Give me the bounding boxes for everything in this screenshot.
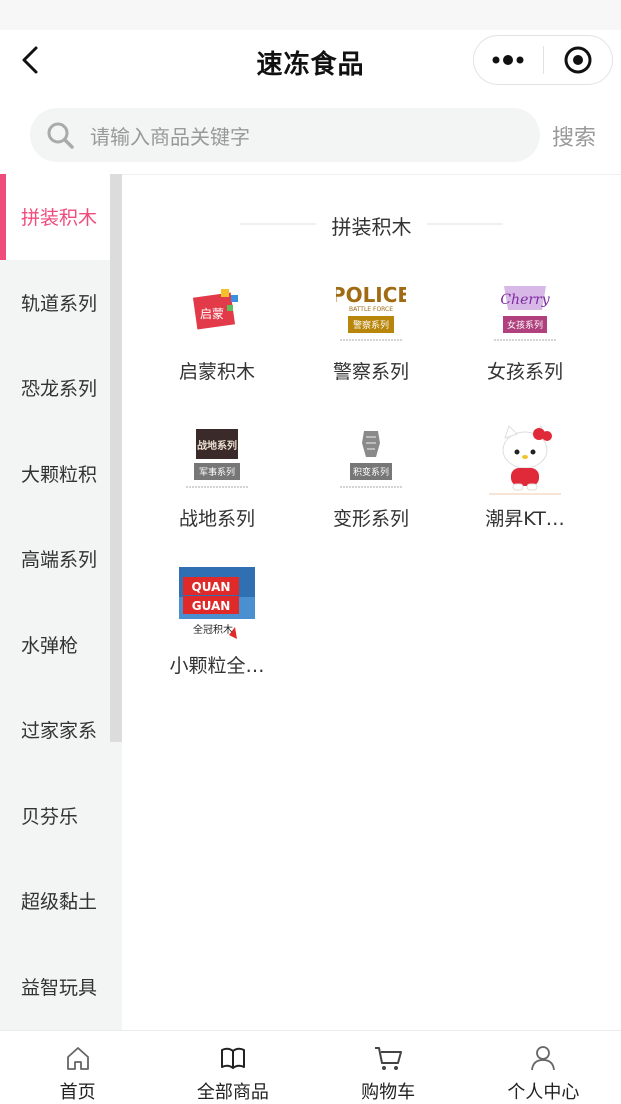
- sidebar-item-9[interactable]: 益智玩具: [0, 944, 122, 1030]
- sidebar-item-8[interactable]: 超级黏土: [0, 858, 122, 944]
- product-item[interactable]: 战地系列 军事系列 战地系列: [140, 420, 294, 550]
- tab-cart[interactable]: 购物车: [311, 1031, 466, 1104]
- product-image: 积变系列: [333, 420, 409, 496]
- tab-label: 购物车: [361, 1082, 416, 1103]
- mini-program-capsule: [473, 35, 613, 85]
- section-header: 拼装积木: [122, 209, 621, 239]
- sidebar-item-1[interactable]: 轨道系列: [0, 260, 122, 346]
- badge-text: 积变系列: [353, 466, 389, 478]
- product-image: 启蒙: [179, 273, 255, 349]
- more-button[interactable]: [474, 36, 543, 84]
- product-item[interactable]: 启蒙 启蒙积木: [140, 273, 294, 403]
- sidebar-item-label: 拼装积木: [21, 207, 98, 230]
- sidebar-item-label: 高端系列: [21, 549, 98, 572]
- sidebar-item-label: 恐龙系列: [21, 378, 98, 401]
- product-image: QUAN GUAN 全冠积木: [179, 567, 255, 643]
- zhandi-logo-text: 战地系列: [197, 439, 237, 452]
- search-icon: [40, 115, 80, 155]
- cart-icon: [373, 1043, 403, 1072]
- search-input[interactable]: 请输入商品关键字: [30, 108, 540, 162]
- home-icon: [63, 1043, 93, 1072]
- product-image: POLICE BATTLE FORCE 警察系列: [333, 273, 409, 349]
- product-image: 战地系列 军事系列: [179, 420, 255, 496]
- more-dots-icon: [492, 55, 524, 65]
- sidebar-item-label: 超级黏土: [21, 891, 98, 914]
- sidebar-item-5[interactable]: 水弹枪: [0, 602, 122, 688]
- badge-text: 女孩系列: [507, 319, 543, 331]
- nav-bar: 速冻食品: [0, 30, 621, 92]
- product-image: Cherry 女孩系列: [487, 273, 563, 349]
- close-mini-program-button[interactable]: [544, 36, 613, 84]
- category-content: 拼装积木 启蒙 启蒙积木 POLICE BATTLE FORCE 警察系列 警察…: [122, 175, 621, 1030]
- section-line-right: [427, 223, 503, 225]
- tab-all-products[interactable]: 全部商品: [155, 1031, 310, 1104]
- product-label: 战地系列: [178, 508, 255, 530]
- tab-label: 首页: [59, 1082, 96, 1103]
- sidebar-item-2[interactable]: 恐龙系列: [0, 345, 122, 431]
- status-bar: [0, 0, 621, 30]
- section-title: 拼装积木: [331, 215, 412, 239]
- product-label: 变形系列: [332, 508, 409, 530]
- product-label: 启蒙积木: [178, 361, 255, 383]
- book-icon: [218, 1043, 248, 1072]
- sidebar-item-6[interactable]: 过家家系: [0, 687, 122, 773]
- tab-home[interactable]: 首页: [0, 1031, 155, 1104]
- sidebar-item-label: 大颗粒积: [21, 463, 98, 486]
- quanguan-sub-text: 全冠积木: [193, 623, 233, 636]
- product-item[interactable]: Cherry 女孩系列 女孩系列: [448, 273, 602, 403]
- product-image: [487, 420, 563, 496]
- tab-profile[interactable]: 个人中心: [466, 1031, 621, 1104]
- sidebar-scrollbar[interactable]: [110, 174, 122, 742]
- sidebar-item-label: 益智玩具: [21, 976, 98, 999]
- product-item[interactable]: POLICE BATTLE FORCE 警察系列 警察系列: [294, 273, 448, 403]
- svg-text:QUAN: QUAN: [192, 580, 231, 594]
- product-item[interactable]: 积变系列 变形系列: [294, 420, 448, 550]
- sidebar-item-3[interactable]: 大颗粒积: [0, 431, 122, 517]
- sidebar-item-label: 水弹枪: [21, 634, 79, 657]
- search-button[interactable]: 搜索: [552, 120, 596, 152]
- sidebar-item-4[interactable]: 高端系列: [0, 516, 122, 602]
- sidebar-item-7[interactable]: 贝芬乐: [0, 773, 122, 859]
- product-item[interactable]: QUAN GUAN 全冠积木 小颗粒全…: [140, 567, 294, 697]
- product-label: 小颗粒全…: [169, 655, 265, 677]
- category-sidebar: 拼装积木 轨道系列 恐龙系列 大颗粒积 高端系列 水弹枪 过家家系 贝芬乐 超级…: [0, 174, 122, 1030]
- sidebar-item-label: 轨道系列: [21, 292, 98, 315]
- user-icon: [528, 1043, 558, 1072]
- battle-force-text: BATTLE FORCE: [349, 306, 393, 313]
- target-circle-icon: [564, 46, 592, 74]
- search-bar: 请输入商品关键字 搜索: [0, 106, 621, 166]
- tab-label: 个人中心: [507, 1082, 580, 1103]
- sidebar-item-label: 过家家系: [21, 720, 98, 743]
- product-label: 潮昇KT…: [485, 508, 565, 530]
- svg-text:GUAN: GUAN: [192, 599, 231, 613]
- product-label: 警察系列: [332, 361, 409, 383]
- badge-text: 军事系列: [199, 466, 235, 478]
- qimeng-logo-text: 启蒙: [200, 307, 224, 321]
- sidebar-item-label: 贝芬乐: [21, 805, 79, 828]
- badge-text: 警察系列: [353, 319, 389, 331]
- sidebar-item-0[interactable]: 拼装积木: [0, 174, 122, 260]
- bottom-tab-bar: 首页 全部商品 购物车 个人中心: [0, 1030, 621, 1104]
- tab-label: 全部商品: [196, 1082, 269, 1103]
- search-placeholder: 请输入商品关键字: [90, 124, 250, 149]
- cherry-logo-text: Cherry: [500, 292, 550, 308]
- product-label: 女孩系列: [486, 361, 563, 383]
- product-item[interactable]: 潮昇KT…: [448, 420, 602, 550]
- police-logo-text: POLICE: [336, 283, 406, 307]
